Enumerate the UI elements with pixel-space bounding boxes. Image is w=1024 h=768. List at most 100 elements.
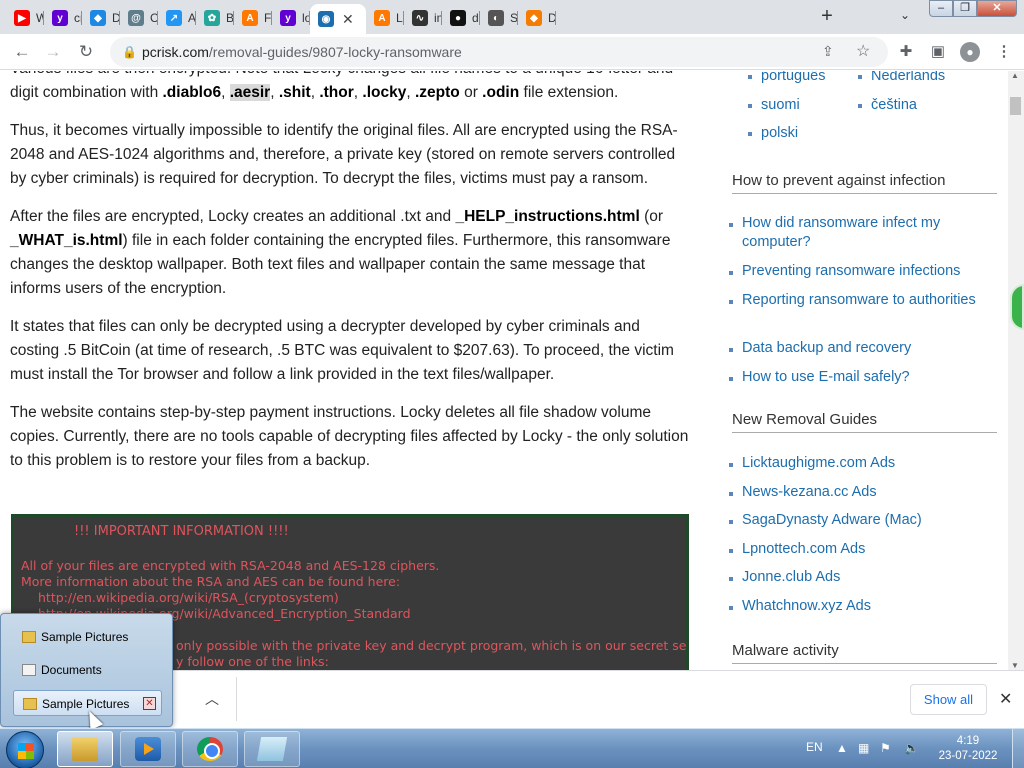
url-text[interactable]: pcrisk.com/removal-guides/9807-locky-ran… xyxy=(142,44,462,60)
chart-icon: ↗ xyxy=(166,10,182,26)
maximize-button[interactable]: ❐ xyxy=(953,0,977,17)
side-panel-icon[interactable]: ▣ xyxy=(928,42,948,62)
taskbar-notepad-button[interactable] xyxy=(244,731,300,767)
jump-item-documents[interactable]: Documents xyxy=(13,657,162,683)
extensions-puzzle-icon[interactable]: ✚ xyxy=(896,42,916,62)
minimize-button[interactable]: – xyxy=(929,0,953,17)
scroll-up-arrow-icon[interactable]: ▲ xyxy=(1011,71,1019,80)
link-text: Data backup and recovery xyxy=(742,340,912,356)
prevent-link[interactable]: How did ransomware infect my computer? xyxy=(729,214,997,262)
chevron-up-icon[interactable]: ︿ xyxy=(205,689,219,709)
filename-help-instructions: _HELP_instructions.html xyxy=(455,208,640,225)
guide-link[interactable]: Jonne.club Ads xyxy=(729,568,997,597)
clock-date: 23-07-2022 xyxy=(938,750,998,762)
lock-icon[interactable]: 🔒 xyxy=(122,45,137,59)
kebab-menu-icon[interactable]: ⋮ xyxy=(994,42,1014,62)
document-icon xyxy=(22,664,36,676)
scrollbar-thumb[interactable] xyxy=(1010,97,1021,115)
paragraph-encryption: Thus, it becomes virtually impossible to… xyxy=(10,122,678,187)
link-text: Reporting ransomware to authorities xyxy=(742,292,976,308)
close-icon[interactable]: ✕ xyxy=(999,689,1012,709)
language-link[interactable]: suomi xyxy=(748,95,800,115)
page-scrollbar[interactable]: ▲ ▼ xyxy=(1008,71,1024,670)
profile-avatar-icon[interactable]: ● xyxy=(960,42,980,62)
browser-tab[interactable]: @Cry xyxy=(120,4,158,32)
browser-tab[interactable]: ∿ima xyxy=(404,4,442,32)
browser-tab[interactable]: ◐Site xyxy=(480,4,518,32)
guide-link[interactable]: News-kezana.cc Ads xyxy=(729,483,997,512)
forward-arrow-icon[interactable]: → xyxy=(43,42,63,62)
language-link[interactable]: português xyxy=(748,71,826,86)
pcrisk-icon: ◉ xyxy=(318,11,334,27)
paragraph-files-created: After the files are encrypted, Locky cre… xyxy=(10,205,690,301)
extension-zepto: .zepto xyxy=(414,84,460,101)
tray-expand-icon[interactable]: ▲ xyxy=(836,741,848,755)
close-tab-icon[interactable]: ✕ xyxy=(342,11,354,28)
close-icon[interactable]: ✕ xyxy=(143,697,156,710)
guide-link[interactable]: Whatchnow.xyz Ads xyxy=(729,597,997,626)
taskbar-media-player-button[interactable] xyxy=(120,731,176,767)
diamond-icon: ◆ xyxy=(90,10,106,26)
language-link[interactable]: Nederlands xyxy=(857,71,945,86)
guide-link[interactable]: SagaDynasty Adware (Mac) xyxy=(729,511,997,540)
back-arrow-icon[interactable]: ← xyxy=(12,42,32,62)
show-desktop-button[interactable] xyxy=(1012,729,1024,768)
address-bar[interactable]: 🔒 pcrisk.com/removal-guides/9807-locky-r… xyxy=(110,37,888,67)
tab-search-icon[interactable]: ⌄ xyxy=(895,8,915,26)
extension-locky: .locky xyxy=(362,84,407,101)
language-link[interactable]: polski xyxy=(747,123,798,143)
bookmark-star-icon[interactable]: ☆ xyxy=(856,41,870,61)
action-center-icon[interactable]: ⚑ xyxy=(880,741,891,755)
browser-tab[interactable]: ▶Wi xyxy=(6,4,44,32)
browser-tab[interactable]: ✿Buy xyxy=(196,4,234,32)
close-window-button[interactable]: ✕ xyxy=(977,0,1017,17)
prevent-link[interactable]: Reporting ransomware to authorities xyxy=(729,291,997,339)
taskbar: EN ▲ ▦ ⚑ 🔈 4:19 23-07-2022 xyxy=(0,728,1024,768)
paragraph-extensions: Various files are then encrypted. Note t… xyxy=(10,71,690,105)
extension-diablo6: .diablo6 xyxy=(162,84,222,101)
extension-odin: .odin xyxy=(482,84,520,101)
taskbar-chrome-button[interactable] xyxy=(182,731,238,767)
tab-list: ▶Wiycry◆Do@Cry↗Ast✿BuyAFreyloc◉✕ALoc∿ima… xyxy=(6,4,556,34)
browser-tab[interactable]: ↗Ast xyxy=(158,4,196,32)
prevent-link-list: How did ransomware infect my computer? P… xyxy=(729,214,997,397)
reload-icon[interactable]: ↻ xyxy=(76,42,96,62)
guide-link[interactable]: Licktaughigme.com Ads xyxy=(729,454,997,483)
volume-icon[interactable]: 🔈 xyxy=(904,741,919,755)
browser-tab[interactable]: ◉ ✕ xyxy=(310,4,366,34)
language-link[interactable]: čeština xyxy=(858,95,917,115)
browser-toolbar: ← → ↻ 🔒 pcrisk.com/removal-guides/9807-l… xyxy=(0,34,1024,70)
browser-tab[interactable]: yloc xyxy=(272,4,310,32)
system-clock[interactable]: 4:19 23-07-2022 xyxy=(930,734,1006,764)
jump-item-sample-pictures[interactable]: Sample Pictures xyxy=(13,624,162,650)
link-text: Licktaughigme.com Ads xyxy=(742,455,896,471)
browser-tab[interactable]: AFre xyxy=(234,4,272,32)
prevent-link[interactable]: Preventing ransomware infections xyxy=(729,262,997,291)
tab-divider xyxy=(555,11,556,25)
guide-link[interactable]: Lpnottech.com Ads xyxy=(729,540,997,569)
browser-tab[interactable]: ycry xyxy=(44,4,82,32)
browser-tab[interactable]: ●dec xyxy=(442,4,480,32)
share-icon[interactable]: ⇪ xyxy=(822,43,834,60)
prevent-link[interactable]: How to use E-mail safely? xyxy=(729,368,997,397)
browser-tab[interactable]: ALoc xyxy=(366,4,404,32)
jump-item-label: Sample Pictures xyxy=(41,630,129,644)
scroll-down-arrow-icon[interactable]: ▼ xyxy=(1011,661,1019,670)
new-tab-button[interactable]: + xyxy=(815,6,839,28)
github-icon: ● xyxy=(450,10,466,26)
folder-icon xyxy=(22,631,36,643)
prevent-link[interactable]: Data backup and recovery xyxy=(729,339,997,368)
taskbar-explorer-button[interactable] xyxy=(57,731,113,767)
show-all-button[interactable]: Show all xyxy=(910,684,987,715)
extension-aesir: .aesir xyxy=(229,84,271,101)
browser-tab[interactable]: ◆De xyxy=(518,4,556,32)
folder-icon xyxy=(23,698,37,710)
link-text: How did ransomware infect my computer? xyxy=(742,215,941,250)
start-button[interactable] xyxy=(6,731,44,768)
language-indicator[interactable]: EN xyxy=(806,740,823,754)
globe-icon: ◐ xyxy=(488,10,504,26)
link-text: News-kezana.cc Ads xyxy=(742,483,877,500)
network-icon[interactable]: ▦ xyxy=(858,741,869,755)
floating-widget-icon[interactable] xyxy=(1010,284,1024,330)
browser-tab[interactable]: ◆Do xyxy=(82,4,120,32)
